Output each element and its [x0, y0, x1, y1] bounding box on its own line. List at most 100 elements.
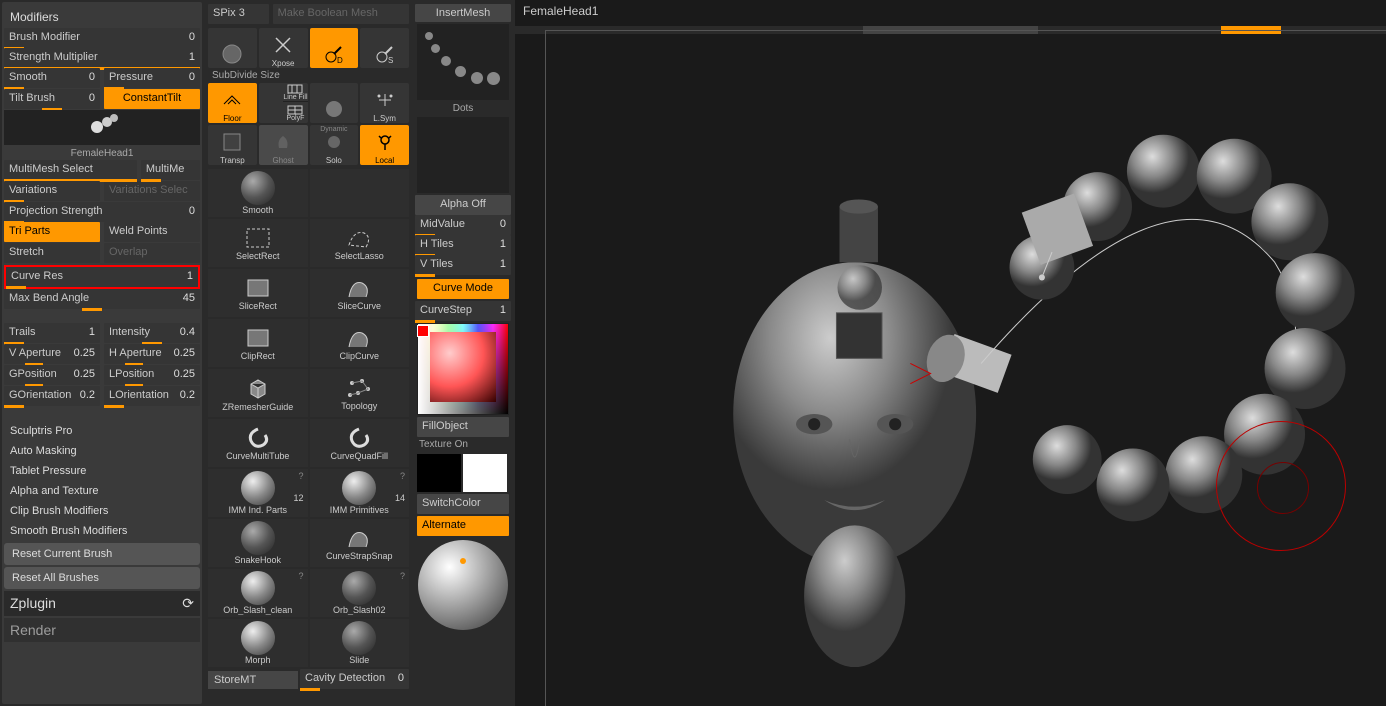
- overlap-button[interactable]: Overlap: [104, 243, 200, 263]
- transp-tool[interactable]: Transp: [208, 125, 257, 165]
- smooth-brush-modifiers-section[interactable]: Smooth Brush Modifiers: [4, 521, 200, 541]
- brush-curvemultitube[interactable]: CurveMultiTube: [208, 419, 308, 467]
- fill-object-button[interactable]: FillObject: [417, 417, 509, 437]
- trails-slider[interactable]: Trails 1: [4, 323, 100, 343]
- stretch-button[interactable]: Stretch: [4, 243, 100, 263]
- multimesh-select-r[interactable]: MultiMe: [141, 160, 200, 180]
- brush-morph[interactable]: Morph: [208, 619, 308, 667]
- gorientation-slider[interactable]: GOrientation 0.2: [4, 386, 100, 406]
- lsym-tool[interactable]: L.Sym: [360, 83, 409, 123]
- brush-cliprect[interactable]: ClipRect: [208, 319, 308, 367]
- weld-points-button[interactable]: Weld Points: [104, 222, 200, 242]
- refresh-icon[interactable]: ⟳: [182, 595, 194, 612]
- modifiers-header[interactable]: Modifiers: [4, 6, 200, 28]
- sculptris-pro-section[interactable]: Sculptris Pro: [4, 421, 200, 441]
- reset-all-brushes-button[interactable]: Reset All Brushes: [4, 567, 200, 589]
- stroke-preview[interactable]: [417, 24, 509, 100]
- tilt-brush-slider[interactable]: Tilt Brush 0: [4, 89, 100, 109]
- sphere-view-tool[interactable]: [310, 83, 359, 123]
- auto-masking-section[interactable]: Auto Masking: [4, 441, 200, 461]
- brush-imm-primitives[interactable]: ?14IMM Primitives: [310, 469, 410, 517]
- alternate-button[interactable]: Alternate: [417, 516, 509, 536]
- pressure-slider[interactable]: Pressure 0: [104, 68, 200, 88]
- brush-imm-ind--parts[interactable]: ?12IMM Ind. Parts: [208, 469, 308, 517]
- curve-res-slider[interactable]: Curve Res 1: [6, 267, 198, 287]
- brush-slicerect[interactable]: SliceRect: [208, 269, 308, 317]
- intensity-slider[interactable]: Intensity 0.4: [104, 323, 200, 343]
- brush-label: SelectLasso: [310, 251, 410, 261]
- curve-step-slider[interactable]: CurveStep 1: [415, 301, 511, 321]
- brush-clipcurve[interactable]: ClipCurve: [310, 319, 410, 367]
- alpha-off-button[interactable]: Alpha Off: [415, 195, 511, 215]
- help-icon[interactable]: ?: [400, 471, 405, 481]
- tablet-pressure-section[interactable]: Tablet Pressure: [4, 461, 200, 481]
- make-boolean-mesh-button[interactable]: Make Boolean Mesh: [273, 4, 409, 24]
- viewport-3d[interactable]: [545, 30, 1386, 706]
- brush-smooth[interactable]: Smooth: [208, 169, 308, 217]
- constant-tilt-button[interactable]: ConstantTilt: [104, 89, 200, 109]
- brush-orb-slash02[interactable]: ?Orb_Slash02: [310, 569, 410, 617]
- color-swatch[interactable]: [417, 325, 429, 337]
- brush-snakehook[interactable]: SnakeHook: [208, 519, 308, 567]
- curve-mode-button[interactable]: Curve Mode: [417, 279, 509, 299]
- solo-tool[interactable]: Dynamic Solo: [310, 125, 359, 165]
- texture-swatch-white[interactable]: [463, 454, 507, 492]
- brush-slide[interactable]: Slide: [310, 619, 410, 667]
- strength-multiplier-slider[interactable]: Strength Multiplier 1: [4, 48, 200, 68]
- brush-slicecurve[interactable]: SliceCurve: [310, 269, 410, 317]
- h-aperture-slider[interactable]: H Aperture 0.25: [104, 344, 200, 364]
- brush-modifier-slider[interactable]: Brush Modifier 0: [4, 28, 200, 48]
- variations-select[interactable]: Variations Selec: [104, 181, 200, 201]
- brush-zremesherguide[interactable]: ZRemesherGuide: [208, 369, 308, 417]
- max-bend-angle-slider[interactable]: Max Bend Angle 45: [4, 289, 200, 309]
- texture-swatch-black[interactable]: [417, 454, 461, 492]
- cavity-detection-slider[interactable]: Cavity Detection 0: [300, 669, 409, 689]
- clip-brush-modifiers-section[interactable]: Clip Brush Modifiers: [4, 501, 200, 521]
- mesh-thumbnail[interactable]: [4, 110, 200, 145]
- floor-icon: [220, 88, 244, 112]
- material-sphere[interactable]: [418, 540, 508, 630]
- xpose-tool[interactable]: Xpose: [259, 28, 308, 68]
- sphere-tool[interactable]: [208, 28, 257, 68]
- brush-topology[interactable]: Topology: [310, 369, 410, 417]
- v-aperture-slider[interactable]: V Aperture 0.25: [4, 344, 100, 364]
- multimesh-select-slider[interactable]: MultiMesh Select: [4, 160, 137, 180]
- local-tool[interactable]: Local: [360, 125, 409, 165]
- switch-color-button[interactable]: SwitchColor: [417, 494, 509, 514]
- edit-s-tool[interactable]: S: [360, 28, 409, 68]
- midvalue-slider[interactable]: MidValue 0: [415, 215, 511, 235]
- ghost-tool[interactable]: Ghost: [259, 125, 308, 165]
- help-icon[interactable]: ?: [298, 571, 303, 581]
- projection-strength-slider[interactable]: Projection Strength 0: [4, 202, 200, 222]
- edit-d-tool[interactable]: D: [310, 28, 359, 68]
- linefill-polyf-tool[interactable]: Line Fill PolyF: [259, 83, 308, 123]
- brush-orb-slash-clean[interactable]: ?Orb_Slash_clean: [208, 569, 308, 617]
- zplugin-header[interactable]: Zplugin ⟳: [4, 591, 200, 616]
- brush-blank[interactable]: [310, 169, 410, 217]
- spix-slider[interactable]: SPix 3: [208, 4, 269, 24]
- floor-tool[interactable]: Floor: [208, 83, 257, 123]
- tri-parts-button[interactable]: Tri Parts: [4, 222, 100, 242]
- brush-selectrect[interactable]: SelectRect: [208, 219, 308, 267]
- lorientation-slider[interactable]: LOrientation 0.2: [104, 386, 200, 406]
- label: H Aperture: [109, 347, 162, 359]
- smooth-slider[interactable]: Smooth 0: [4, 68, 100, 88]
- swirl-icon: [243, 425, 273, 451]
- help-icon[interactable]: ?: [298, 471, 303, 481]
- store-mt-button[interactable]: StoreMT: [208, 671, 298, 689]
- color-picker[interactable]: [417, 323, 509, 415]
- variations-slider[interactable]: Variations: [4, 181, 100, 201]
- help-icon[interactable]: ?: [400, 571, 405, 581]
- brush-curvequadfill[interactable]: CurveQuadFill: [310, 419, 410, 467]
- render-header[interactable]: Render: [4, 618, 200, 642]
- alpha-preview[interactable]: [417, 117, 509, 193]
- insert-mesh-button[interactable]: InsertMesh: [415, 4, 511, 22]
- gposition-slider[interactable]: GPosition 0.25: [4, 365, 100, 385]
- brush-selectlasso[interactable]: SelectLasso: [310, 219, 410, 267]
- vtiles-slider[interactable]: V Tiles 1: [415, 255, 511, 275]
- htiles-slider[interactable]: H Tiles 1: [415, 235, 511, 255]
- lposition-slider[interactable]: LPosition 0.25: [104, 365, 200, 385]
- alpha-texture-section[interactable]: Alpha and Texture: [4, 481, 200, 501]
- reset-current-brush-button[interactable]: Reset Current Brush: [4, 543, 200, 565]
- brush-curvestrapsnap[interactable]: CurveStrapSnap: [310, 519, 410, 567]
